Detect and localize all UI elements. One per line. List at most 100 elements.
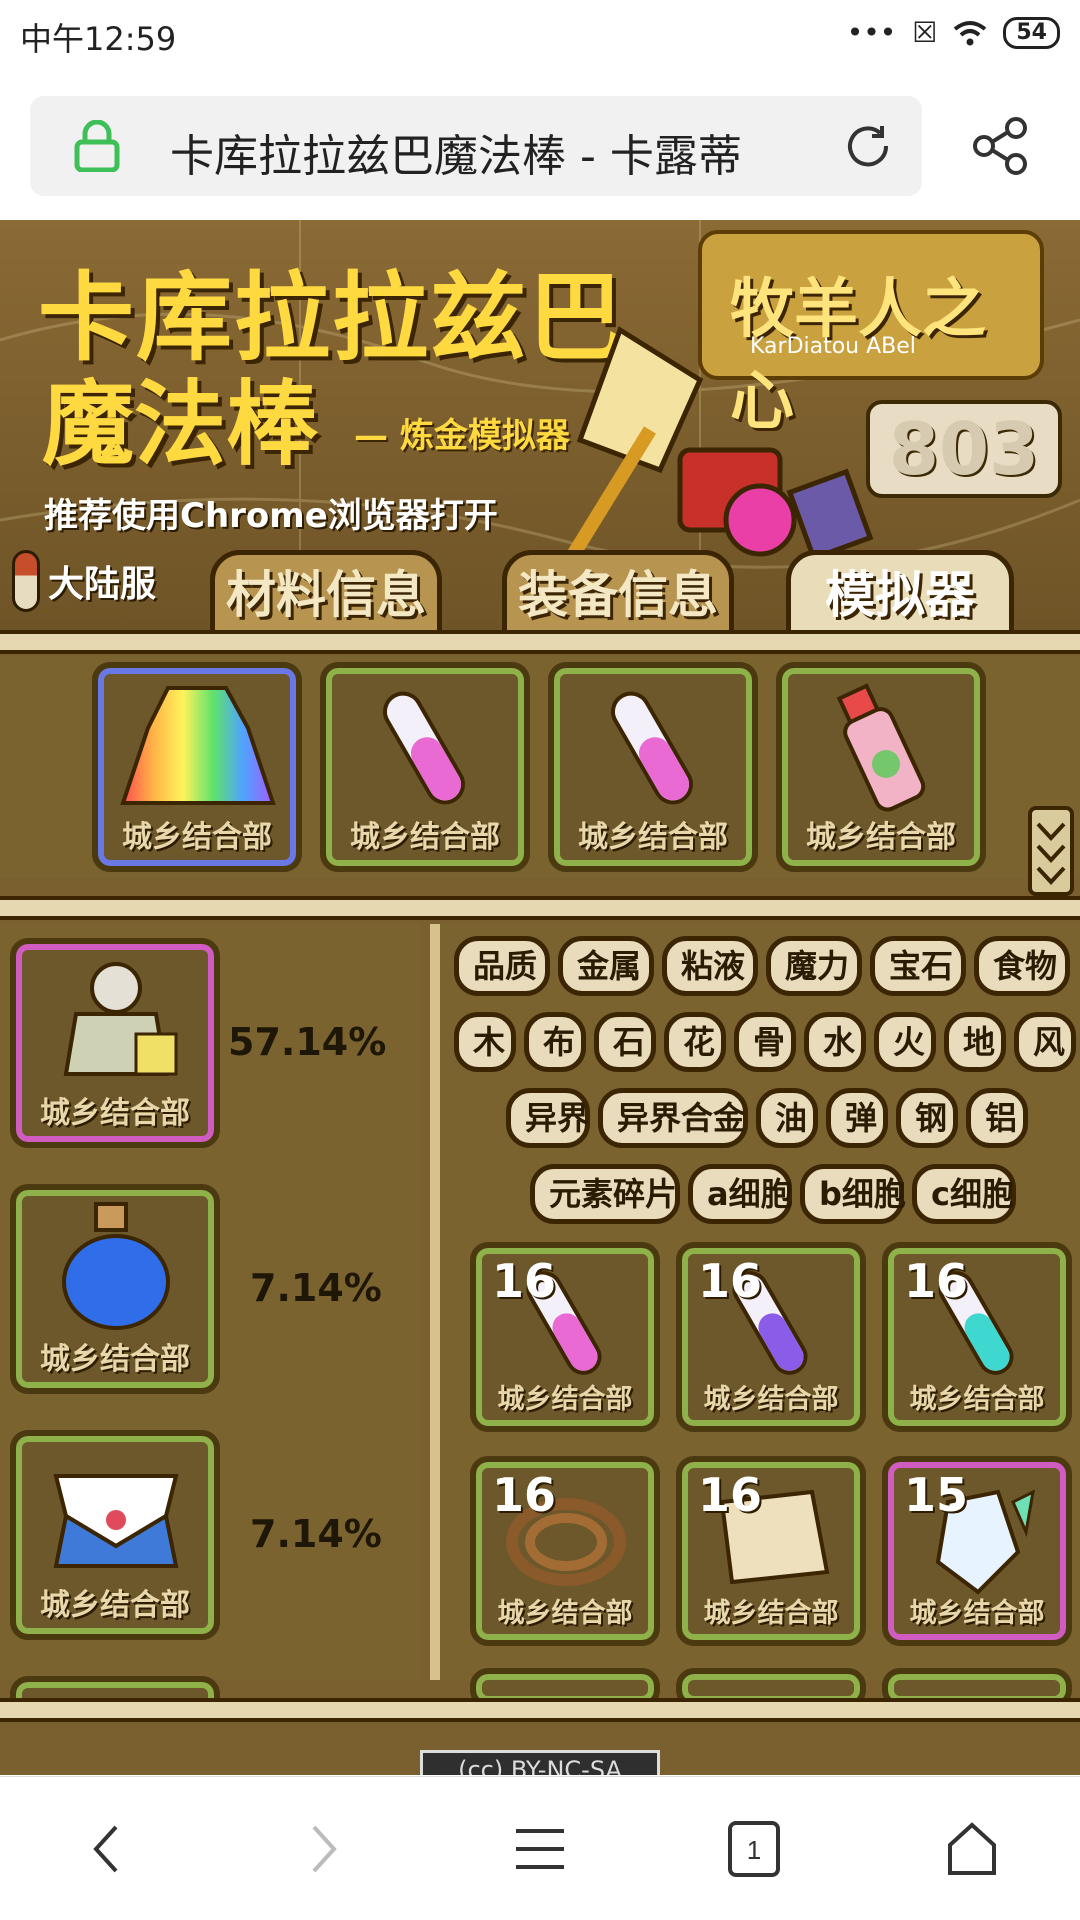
- result-slot[interactable]: 城乡结合部: [10, 938, 220, 1148]
- ingredient-slot[interactable]: 城乡结合部: [92, 662, 302, 872]
- armor-figure-icon: [63, 962, 178, 1076]
- tab-material-info[interactable]: 材料信息: [210, 550, 442, 640]
- web-content: 卡库拉拉兹巴 魔法棒 — 炼金模拟器 推荐使用Chrome浏览器打开 牧羊人之心…: [0, 220, 1080, 1775]
- material-count: 16: [492, 1254, 557, 1308]
- filter-chip[interactable]: c细胞: [912, 1164, 1016, 1224]
- material-count: 15: [904, 1468, 969, 1522]
- back-icon[interactable]: [76, 1817, 140, 1881]
- filter-chip[interactable]: 水: [804, 1012, 866, 1072]
- material-slot[interactable]: 16 城乡结合部: [470, 1456, 660, 1646]
- filter-chip[interactable]: 布: [524, 1012, 586, 1072]
- filter-chip[interactable]: 风: [1014, 1012, 1076, 1072]
- share-icon[interactable]: [968, 114, 1032, 178]
- filter-chip[interactable]: 木: [454, 1012, 516, 1072]
- server-switch[interactable]: 大陆服: [12, 550, 156, 612]
- result-item[interactable]: 城乡结合部 7.14%: [10, 1184, 410, 1396]
- filter-chip[interactable]: 油: [756, 1088, 818, 1148]
- material-slot[interactable]: 16 城乡结合部: [470, 1242, 660, 1432]
- result-item[interactable]: 城乡结合部 57.14%: [10, 938, 410, 1150]
- result-slot[interactable]: 城乡结合部: [10, 1430, 220, 1640]
- tab-simulator[interactable]: 模拟器: [786, 550, 1014, 640]
- filter-chip[interactable]: 地: [944, 1012, 1006, 1072]
- slot-label: 城乡结合部: [497, 1384, 633, 1415]
- filter-chip[interactable]: 骨: [734, 1012, 796, 1072]
- potion-bottle-icon: [836, 683, 926, 812]
- slot-label: 城乡结合部: [806, 820, 956, 855]
- ingredient-slot[interactable]: 城乡结合部: [320, 662, 530, 872]
- banner-subtitle: — 炼金模拟器: [354, 416, 570, 456]
- battery-indicator: 54: [1003, 16, 1060, 49]
- refresh-icon[interactable]: [842, 120, 894, 172]
- filter-chip[interactable]: b细胞: [800, 1164, 906, 1224]
- material-slot[interactable]: 16 城乡结合部: [882, 1242, 1072, 1432]
- sailor-uniform-icon: [53, 1474, 179, 1568]
- divider-rail: [0, 630, 1080, 654]
- filter-chip[interactable]: 异界合金: [598, 1088, 748, 1148]
- result-item[interactable]: 城乡结合部 7.14%: [10, 1430, 410, 1642]
- visit-counter: 803: [866, 400, 1062, 498]
- more-dots-icon: •••: [846, 16, 897, 49]
- filter-chip[interactable]: 弹: [826, 1088, 888, 1148]
- slot-label: 城乡结合部: [909, 1384, 1045, 1415]
- svg-text:1: 1: [747, 1835, 761, 1865]
- filter-chip[interactable]: 火: [874, 1012, 936, 1072]
- logo-subtitle: KarDiatou ABel: [750, 334, 916, 359]
- filter-chip[interactable]: 元素碎片: [530, 1164, 680, 1224]
- result-percent: 7.14%: [250, 1266, 382, 1310]
- ingredient-slot[interactable]: 城乡结合部: [548, 662, 758, 872]
- tabs-icon[interactable]: 1: [722, 1817, 786, 1881]
- license-text: BY-NC-SA: [510, 1756, 622, 1775]
- slot-label: 城乡结合部: [703, 1598, 839, 1629]
- material-slot[interactable]: 16 城乡结合部: [676, 1242, 866, 1432]
- material-count: 16: [492, 1468, 557, 1522]
- material-slot[interactable]: 16 城乡结合部: [676, 1456, 866, 1646]
- filter-chip[interactable]: 粘液: [662, 936, 758, 996]
- address-bar[interactable]: 卡库拉拉兹巴魔法棒 - 卡露蒂: [30, 96, 922, 196]
- divider-rail: [0, 896, 1080, 920]
- ingredient-slots: 城乡结合部 城乡结合部 城乡结合部 城乡结合部: [0, 656, 1080, 878]
- lock-icon[interactable]: [72, 120, 122, 172]
- result-slot[interactable]: 城乡结合部: [10, 1184, 220, 1394]
- filter-chip[interactable]: 钢: [896, 1088, 958, 1148]
- filter-chip[interactable]: 宝石: [870, 936, 966, 996]
- filter-chip[interactable]: 铝: [966, 1088, 1028, 1148]
- home-icon[interactable]: [940, 1817, 1004, 1881]
- material-picker: 品质 金属 粘液 魔力 宝石 食物木布石花骨水火地风异界 异界合金油弹钢铝元素碎片 a细胞 b细…: [430, 924, 1080, 1708]
- material-count: 16: [698, 1254, 763, 1308]
- tab-equipment-info[interactable]: 装备信息: [502, 550, 734, 640]
- ingredient-slot[interactable]: 城乡结合部: [776, 662, 986, 872]
- license-badge[interactable]: (cc) BY-NC-SA: [420, 1750, 660, 1775]
- banner-title-line2: 魔法棒: [42, 370, 319, 478]
- slot-label: 城乡结合部: [703, 1384, 839, 1415]
- filter-chip[interactable]: 石: [594, 1012, 656, 1072]
- result-percent: 7.14%: [250, 1512, 382, 1556]
- browser-recommendation: 推荐使用Chrome浏览器打开: [44, 496, 498, 536]
- slot-label: 城乡结合部: [122, 820, 272, 855]
- filter-chip[interactable]: 异界: [506, 1088, 590, 1148]
- filter-chip[interactable]: 金属: [558, 936, 654, 996]
- material-count: 16: [698, 1468, 763, 1522]
- expand-down-icon[interactable]: [1028, 806, 1074, 896]
- pink-test-tube-icon: [611, 691, 693, 805]
- filter-chip[interactable]: 魔力: [766, 936, 862, 996]
- filter-chip[interactable]: a细胞: [688, 1164, 793, 1224]
- material-slot[interactable]: 15 城乡结合部: [882, 1456, 1072, 1646]
- slot-label: 城乡结合部: [497, 1598, 633, 1629]
- filter-chip[interactable]: 食物: [974, 936, 1070, 996]
- sim-off-icon: ☒: [912, 16, 938, 49]
- slot-label: 城乡结合部: [40, 1588, 190, 1623]
- slot-label: 城乡结合部: [350, 820, 500, 855]
- cc-icon: (cc): [458, 1756, 511, 1775]
- server-toggle-icon[interactable]: [12, 550, 40, 612]
- forward-icon[interactable]: [290, 1817, 354, 1881]
- rainbow-dress-icon: [120, 686, 276, 805]
- blue-potion-icon: [62, 1202, 170, 1330]
- result-list: 城乡结合部 57.14% 城乡结合部 7.14% 城乡结合部 7.14%: [0, 924, 420, 1716]
- filter-chip[interactable]: 品质: [454, 936, 550, 996]
- filter-chip[interactable]: 花: [664, 1012, 726, 1072]
- browser-nav-bar: 1: [0, 1776, 1080, 1920]
- menu-icon[interactable]: [508, 1817, 572, 1881]
- wifi-icon: [953, 19, 987, 47]
- page-title[interactable]: 卡库拉拉兹巴魔法棒 - 卡露蒂: [170, 120, 810, 184]
- material-count: 16: [904, 1254, 969, 1308]
